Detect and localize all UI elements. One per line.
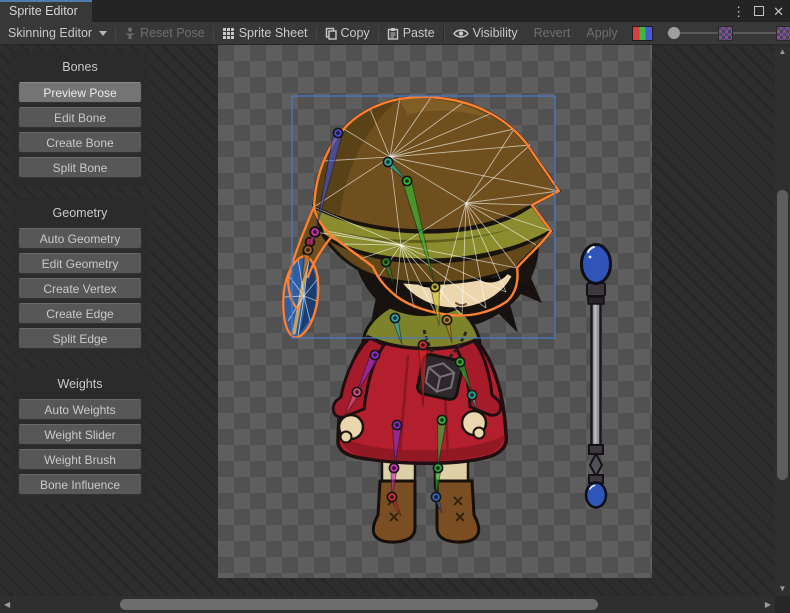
panel-title: Geometry bbox=[18, 206, 142, 220]
revert-label: Revert bbox=[534, 26, 571, 40]
bone-influence-button[interactable]: Bone Influence bbox=[18, 474, 142, 495]
apply-button[interactable]: Apply bbox=[578, 22, 625, 44]
create-vertex-button[interactable]: Create Vertex bbox=[18, 278, 142, 299]
sprite-canvas[interactable] bbox=[218, 45, 652, 578]
weight-brush-button[interactable]: Weight Brush bbox=[18, 449, 142, 470]
mip-level-icon[interactable] bbox=[776, 26, 790, 41]
sprite-sheet-label: Sprite Sheet bbox=[239, 26, 308, 40]
visibility-label: Visibility bbox=[473, 26, 518, 40]
panel-title: Weights bbox=[18, 377, 142, 391]
sprite-sheet-button[interactable]: Sprite Sheet bbox=[214, 22, 316, 44]
scroll-down-icon[interactable]: ▼ bbox=[775, 583, 790, 595]
preview-pose-button[interactable]: Preview Pose bbox=[18, 82, 142, 103]
eye-icon bbox=[453, 28, 469, 39]
apply-label: Apply bbox=[586, 26, 617, 40]
mip-level-icon[interactable] bbox=[718, 26, 733, 41]
panel-title: Bones bbox=[18, 60, 142, 74]
character-sprite bbox=[218, 45, 652, 578]
zoom-slider bbox=[663, 22, 790, 44]
tab-title: Sprite Editor bbox=[9, 4, 78, 18]
close-icon[interactable]: ✕ bbox=[773, 5, 784, 18]
panel-weights: Weights Auto Weights Weight Slider Weigh… bbox=[10, 369, 150, 504]
auto-geometry-button[interactable]: Auto Geometry bbox=[18, 228, 142, 249]
edit-geometry-button[interactable]: Edit Geometry bbox=[18, 253, 142, 274]
copy-button[interactable]: Copy bbox=[317, 22, 378, 44]
panel-bones: Bones Preview Pose Edit Bone Create Bone… bbox=[10, 52, 150, 187]
person-icon bbox=[124, 27, 136, 40]
create-bone-button[interactable]: Create Bone bbox=[18, 132, 142, 153]
paste-label: Paste bbox=[403, 26, 435, 40]
horizontal-scrollbar[interactable]: ◀ ▶ bbox=[0, 596, 775, 613]
skinning-editor-label: Skinning Editor bbox=[8, 26, 92, 40]
skinning-tool-panels: Bones Preview Pose Edit Bone Create Bone… bbox=[10, 52, 150, 515]
paste-icon bbox=[387, 27, 399, 40]
hat bbox=[314, 97, 559, 284]
scroll-right-icon[interactable]: ▶ bbox=[765, 596, 771, 613]
revert-button[interactable]: Revert bbox=[526, 22, 579, 44]
maximize-icon[interactable] bbox=[754, 5, 764, 18]
editor-viewport: Bones Preview Pose Edit Bone Create Bone… bbox=[0, 45, 790, 613]
auto-weights-button[interactable]: Auto Weights bbox=[18, 399, 142, 420]
reset-pose-button[interactable]: Reset Pose bbox=[116, 22, 213, 44]
toolbar-right-group: Visibility Revert Apply bbox=[443, 22, 790, 44]
reset-pose-label: Reset Pose bbox=[140, 26, 205, 40]
chevron-down-icon bbox=[99, 31, 107, 36]
weight-slider-button[interactable]: Weight Slider bbox=[18, 424, 142, 445]
vertical-scrollbar-thumb[interactable] bbox=[777, 190, 788, 480]
staff-sprite bbox=[582, 245, 611, 508]
window-controls: ⋮ ✕ bbox=[732, 0, 784, 22]
scroll-left-icon[interactable]: ◀ bbox=[4, 596, 10, 613]
tab-active-indicator bbox=[0, 0, 92, 2]
grid-icon bbox=[222, 27, 235, 40]
split-bone-button[interactable]: Split Bone bbox=[18, 157, 142, 178]
copy-label: Copy bbox=[341, 26, 370, 40]
rgb-channels-button[interactable] bbox=[632, 26, 653, 41]
toolbar: Skinning Editor Reset Pose Sprite Sheet bbox=[0, 22, 790, 45]
horizontal-scrollbar-thumb[interactable] bbox=[120, 599, 598, 610]
vertical-scrollbar[interactable]: ▲ ▼ bbox=[775, 45, 790, 596]
tab-bar: Sprite Editor ⋮ ✕ bbox=[0, 0, 790, 22]
scrollbar-corner bbox=[775, 596, 790, 613]
kebab-menu-icon[interactable]: ⋮ bbox=[732, 5, 745, 18]
create-edge-button[interactable]: Create Edge bbox=[18, 303, 142, 324]
visibility-button[interactable]: Visibility bbox=[445, 22, 526, 44]
panel-geometry: Geometry Auto Geometry Edit Geometry Cre… bbox=[10, 198, 150, 358]
slider-handle[interactable] bbox=[668, 27, 680, 39]
skinning-editor-dropdown[interactable]: Skinning Editor bbox=[0, 22, 115, 44]
tab-sprite-editor[interactable]: Sprite Editor bbox=[0, 0, 92, 22]
copy-icon bbox=[325, 27, 337, 40]
scroll-up-icon[interactable]: ▲ bbox=[775, 46, 790, 58]
paste-button[interactable]: Paste bbox=[379, 22, 443, 44]
sprite-editor-window: Sprite Editor ⋮ ✕ Skinning Editor Reset … bbox=[0, 0, 790, 613]
edit-bone-button[interactable]: Edit Bone bbox=[18, 107, 142, 128]
split-edge-button[interactable]: Split Edge bbox=[18, 328, 142, 349]
